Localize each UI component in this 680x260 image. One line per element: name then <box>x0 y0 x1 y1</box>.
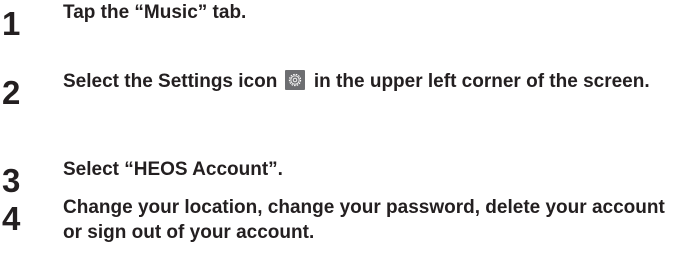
step-text-before-icon: Select the Settings icon <box>63 71 278 92</box>
step-text: Select “HEOS Account”. <box>63 159 283 180</box>
step-text: Tap the “Music” tab. <box>63 2 247 23</box>
step-number: 2 <box>2 74 21 111</box>
step-number: 1 <box>2 5 21 42</box>
step-text-after-icon: in the upper left corner of the screen. <box>313 71 650 92</box>
step-text: Change your location, change your passwo… <box>63 197 665 243</box>
instruction-steps: 1 Tap the “Music” tab. 2 Select the Sett… <box>0 0 680 260</box>
step-number: 4 <box>2 200 21 237</box>
settings-gear-icon <box>284 70 305 90</box>
step-number: 3 <box>2 162 21 199</box>
step-text: Select the Settings icon in the upper le… <box>63 69 675 94</box>
